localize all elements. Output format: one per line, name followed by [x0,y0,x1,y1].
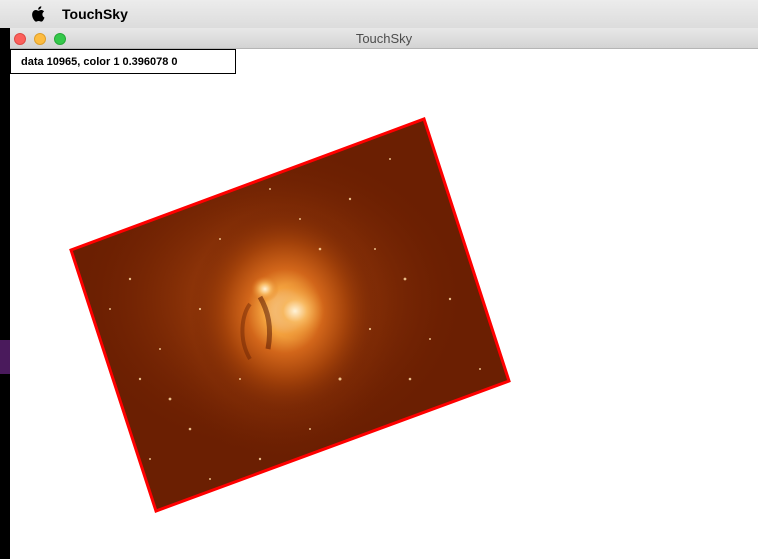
menu-bar: TouchSky [0,0,758,28]
window-titlebar[interactable]: TouchSky [10,28,758,49]
desktop-background-strip [0,340,10,374]
sky-view[interactable] [10,49,758,559]
pixel-readout: data 10965, color 1 0.396078 0 [10,49,236,74]
window-title: TouchSky [355,31,413,46]
desktop: TouchSky TouchSky data 10965, color 1 0.… [0,0,758,559]
sky-canvas[interactable]: data 10965, color 1 0.396078 0 [10,49,758,559]
app-menu-name[interactable]: TouchSky [62,6,128,22]
astronomical-image[interactable] [69,117,511,513]
app-window: TouchSky data 10965, color 1 0.396078 0 [10,28,758,559]
apple-icon[interactable] [30,6,46,22]
